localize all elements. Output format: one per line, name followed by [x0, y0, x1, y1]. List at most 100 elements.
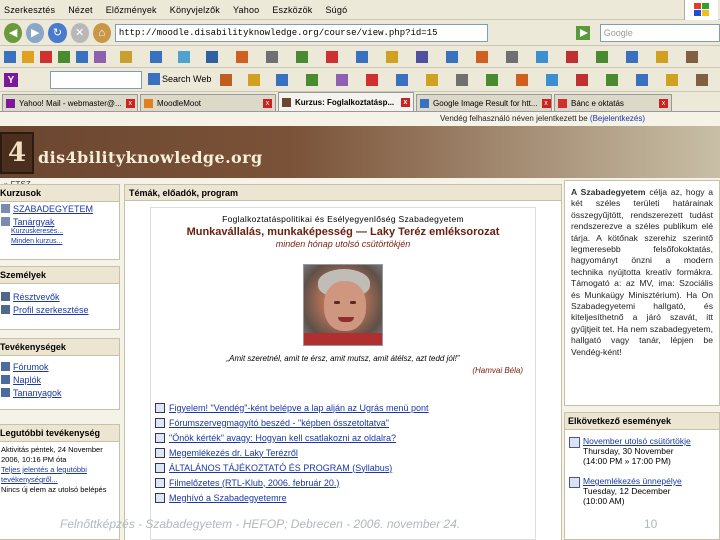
site-header: 4 dis4bilityknowledge.org	[0, 126, 720, 178]
address-bar[interactable]: http://moodle.disabilityknowledge.org/co…	[114, 23, 488, 42]
edit-profile-link[interactable]: Profil szerkesztése	[0, 303, 119, 316]
intro-block: A Szabadegyetem célja az, hogy a két szé…	[564, 180, 720, 406]
menu-item[interactable]: Nézet	[68, 5, 93, 15]
resource-item[interactable]: Figyelem! "Vendég"-ként belépve a lap al…	[155, 400, 531, 415]
login-text: Vendég felhasználó néven jelentkezett be	[440, 114, 588, 123]
event-item[interactable]: Megemlékezés ünnepélye Tuesday, 12 Decem…	[565, 474, 719, 508]
event-date: Tuesday, 12 December	[583, 486, 671, 496]
course-title-line1: Foglalkoztatáspolitikai és Esélyegyenlős…	[222, 214, 464, 224]
forward-icon[interactable]: ▶	[26, 22, 45, 43]
tab-label: Kurzus: Foglalkoztatásp...	[295, 97, 395, 107]
course-icon	[1, 217, 10, 226]
event-title[interactable]: Megemlékezés ünnepélye	[583, 476, 715, 486]
courses-block: Kurzusok SZABADEGYETEM Tanárgyak Kurzusk…	[0, 184, 120, 260]
page-favicon-icon	[558, 98, 567, 108]
resource-item[interactable]: "Önök kérték" avagy: Hogyan kell csatlak…	[155, 430, 531, 445]
recent-line: Nincs új elem az utolsó belépés	[1, 485, 107, 494]
site-logo-icon[interactable]: 4	[0, 132, 34, 174]
intro-lead: A Szabadegyetem	[571, 187, 646, 197]
resource-item[interactable]: Megemlékezés dr. Laky Terézről	[155, 445, 531, 460]
yahoo-search-input[interactable]	[50, 71, 142, 89]
site-name[interactable]: dis4bilityknowledge.org	[38, 148, 263, 167]
intro-body: célja az, hogy a két széles területi hat…	[571, 187, 714, 357]
address-bar-buttons	[492, 24, 596, 42]
quote-author: (Hamvai Béla)	[472, 366, 523, 375]
recent-line: 2006, 10:16 PM óta	[1, 455, 67, 464]
tab-kurzus[interactable]: Kurzus: Foglalkoztatásp... x	[278, 92, 414, 111]
tab-moodlemoot[interactable]: MoodleMoot x	[140, 94, 276, 111]
menu-item[interactable]: Szerkesztés	[4, 5, 55, 15]
menu-item[interactable]: Könyvjelzők	[170, 5, 220, 15]
home-icon[interactable]: ⌂	[92, 22, 111, 43]
close-tab-icon[interactable]: x	[541, 98, 551, 108]
search-input[interactable]: Google	[599, 23, 720, 42]
upcoming-events-block: Elkövetkező események November utolsó cs…	[564, 412, 720, 540]
menu-item[interactable]: Yahoo	[233, 5, 259, 15]
forum-icon	[1, 362, 10, 371]
bookmark-icons[interactable]	[0, 46, 720, 68]
event-title[interactable]: November utolsó csütörtökje	[583, 436, 715, 446]
people-block: Személyek Résztvevők Profil szerkesztése	[0, 266, 120, 330]
document-icon	[155, 447, 165, 458]
resource-item[interactable]: Meghívó a Szabadegyetemre	[155, 490, 531, 505]
search-web-button[interactable]: Search Web	[162, 74, 211, 84]
resource-item[interactable]: Filmelőzetes (RTL-Klub, 2006. február 20…	[155, 475, 531, 490]
reload-icon[interactable]: ↻	[48, 22, 67, 43]
close-tab-icon[interactable]: x	[263, 98, 272, 108]
courses-block-title: Kurzusok	[0, 185, 119, 202]
menu-item[interactable]: Eszközök	[272, 5, 312, 15]
address-text: http://moodle.disabilityknowledge.org/co…	[118, 27, 438, 38]
back-icon[interactable]: ◀	[4, 22, 23, 43]
recent-line: Aktivitás péntek, 24 November	[1, 445, 103, 454]
tab-label: Google Image Result for htt...	[433, 98, 538, 108]
calendar-icon	[569, 437, 580, 448]
course-icon	[1, 204, 10, 213]
navigation-toolbar: ◀ ▶ ↻ ✕ ⌂ http://moodle.disabilityknowle…	[0, 20, 720, 46]
menu-item[interactable]: Súgó	[325, 5, 347, 15]
event-time: (14:00 PM » 17:00 PM)	[583, 456, 671, 466]
tab-yahoo-mail[interactable]: Yahoo! Mail - webmaster@... x	[2, 94, 138, 111]
full-report-link[interactable]: tevékenységről...	[1, 475, 115, 485]
yahoo-toolbar-icons[interactable]	[216, 72, 716, 88]
activities-block: Tevékenységek Fórumok Naplók Tananyagok	[0, 338, 120, 410]
slide-footer: Felnőttképzés - Szabadegyetem - HEFOP; D…	[60, 517, 461, 531]
quote-text: „Amit szeretnél, amit te érsz, amit muts…	[226, 354, 460, 363]
tab-google-image[interactable]: Google Image Result for htt... x	[416, 94, 552, 111]
course-search-link[interactable]: Kurzuskeresés...	[0, 228, 119, 238]
document-icon	[155, 402, 165, 413]
course-link[interactable]: SZABADEGYETEM	[0, 202, 119, 215]
journals-link[interactable]: Naplók	[0, 373, 119, 386]
web-page: Vendég felhasználó néven jelentkezett be…	[0, 112, 720, 540]
film-icon	[155, 477, 165, 488]
course-resource-list: Figyelem! "Vendég"-ként belépve a lap al…	[155, 400, 531, 505]
search-icon[interactable]	[148, 73, 160, 85]
menu-item[interactable]: Előzmények	[106, 5, 157, 15]
full-report-link[interactable]: Teljes jelentés a legutóbbi	[1, 465, 115, 475]
login-info: Vendég felhasználó néven jelentkezett be…	[440, 114, 720, 126]
close-tab-icon[interactable]: x	[401, 97, 410, 107]
event-item[interactable]: November utolsó csütörtökje Thursday, 30…	[565, 434, 719, 468]
events-title: Elkövetkező események	[565, 413, 719, 430]
course-link[interactable]: Tanárgyak	[0, 215, 119, 228]
document-icon	[155, 417, 165, 428]
close-tab-icon[interactable]: x	[659, 98, 668, 108]
bookmarks-toolbar	[0, 46, 720, 68]
resources-link[interactable]: Tananyagok	[0, 386, 119, 399]
stop-icon[interactable]: ✕	[70, 22, 89, 43]
search-placeholder: Google	[603, 27, 633, 38]
login-link[interactable]: (Bejelentkezés)	[590, 114, 645, 123]
tab-bance-oktatas[interactable]: Bánc e oktatás x	[554, 94, 672, 111]
resource-item[interactable]: Fórumszervegmagyító beszéd - "képben öss…	[155, 415, 531, 430]
document-icon	[155, 462, 165, 473]
close-tab-icon[interactable]: x	[125, 98, 135, 108]
yahoo-icon[interactable]: Y	[4, 73, 18, 87]
portrait-photo	[303, 264, 383, 346]
document-icon	[155, 492, 165, 503]
forums-link[interactable]: Fórumok	[0, 360, 119, 373]
all-courses-link[interactable]: Minden kurzus...	[0, 238, 119, 248]
document-icon	[155, 432, 165, 443]
yahoo-toolbar: Y Search Web	[0, 68, 720, 92]
participants-link[interactable]: Résztvevők	[0, 290, 119, 303]
course-title-line2: Munkavállalás, munkaképesség — Laky Teré…	[186, 226, 500, 238]
resource-item[interactable]: ÁLTALÁNOS TÁJÉKOZTATÓ ÉS PROGRAM (Syllab…	[155, 460, 531, 475]
